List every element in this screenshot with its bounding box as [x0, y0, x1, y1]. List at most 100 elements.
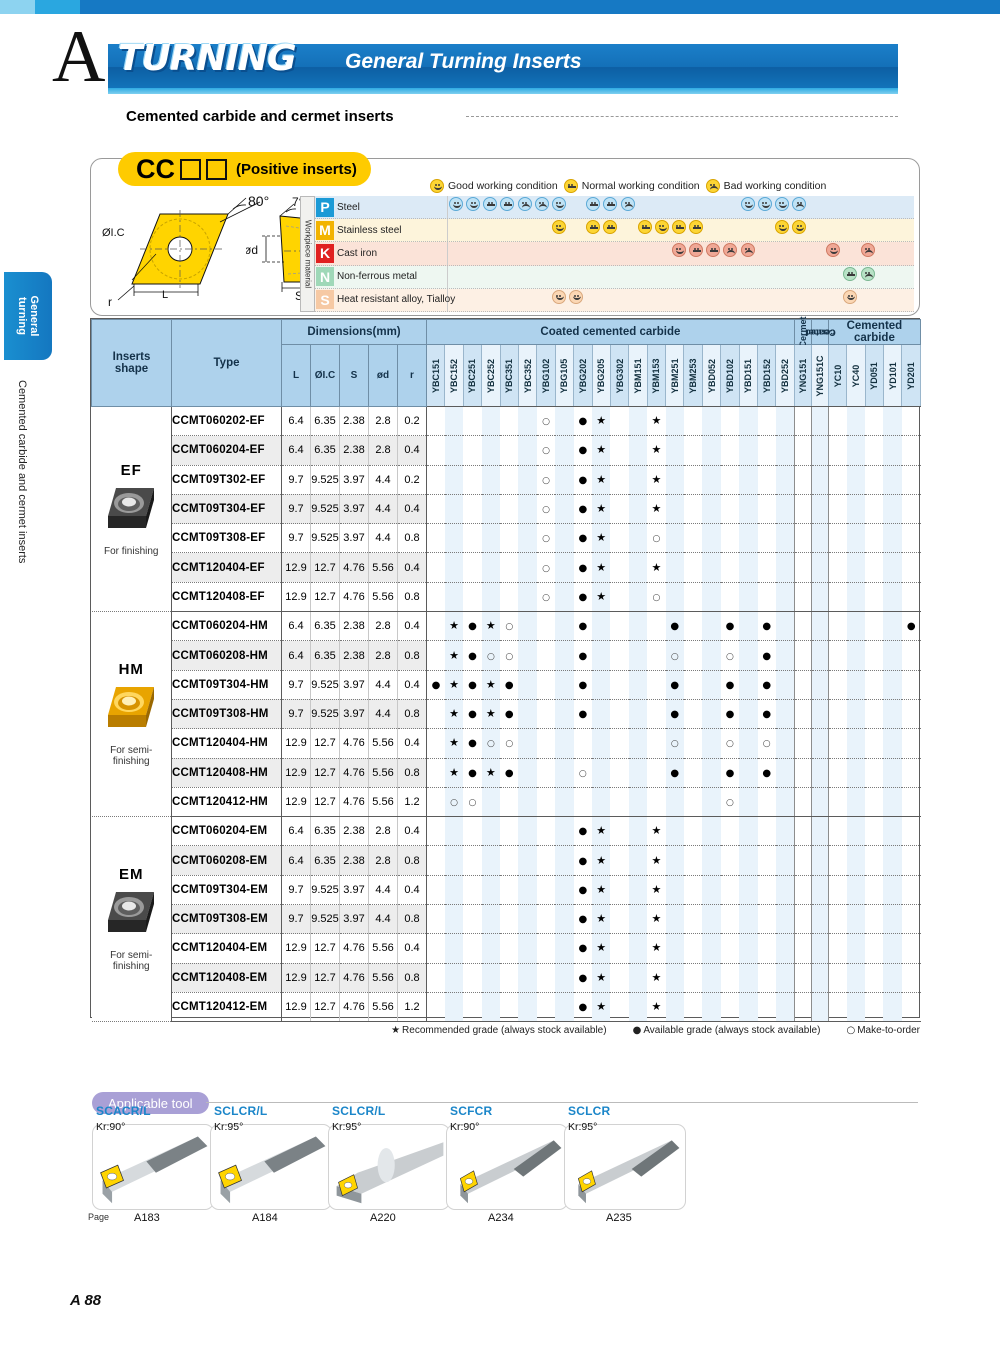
tool-card-2[interactable] — [328, 1124, 450, 1210]
grade-cell-yd101 — [883, 933, 902, 964]
grade-cell-yd201 — [901, 640, 921, 671]
grade-cell-yng151c — [811, 992, 829, 1023]
grade-cell-ybm253 — [683, 933, 703, 964]
grade-cell-ybg105 — [555, 992, 574, 1023]
mark-star-icon — [651, 824, 661, 837]
mark-open-icon — [579, 766, 587, 779]
dim-value-r: 0.2 — [397, 465, 427, 495]
grade-cell-ybg105 — [555, 582, 574, 613]
tool-name-scacrl-0[interactable]: SCACR/L — [96, 1104, 151, 1118]
grade-cell-yng151 — [794, 611, 812, 642]
dim-value-d: 2.8 — [368, 640, 398, 671]
tool-page-ref-0[interactable]: A183 — [134, 1212, 160, 1224]
mark-star-icon — [651, 502, 661, 515]
th-grade-ybd152: YBD152 — [757, 344, 777, 407]
smiley-bad-icon — [534, 197, 549, 211]
grade-cell-ybc252 — [481, 494, 501, 525]
grade-cell-ybc252 — [481, 552, 501, 583]
grade-cell-ybg205 — [592, 875, 611, 906]
grade-cell-yd101 — [883, 465, 902, 495]
dim-value-d: 5.56 — [368, 933, 398, 964]
grade-cell-yc10 — [828, 992, 847, 1023]
insert-type-code: CCMT060204-HM — [171, 611, 282, 642]
grade-cell-yd101 — [883, 875, 902, 906]
grade-cell-ybg205 — [592, 699, 611, 730]
th-grade-ybc152: YBC152 — [444, 344, 464, 407]
grade-cell-ybm251 — [665, 435, 684, 466]
condition-cell-m-ybg102 — [551, 220, 566, 235]
tool-name-sclcrl-1[interactable]: SCLCR/L — [214, 1104, 267, 1118]
insert-type-code: CCMT060208-EM — [171, 845, 282, 876]
grade-cell-yng151c — [811, 816, 829, 847]
grade-cell-ybc151 — [426, 845, 445, 876]
grade-cell-ybg202 — [573, 611, 593, 642]
grade-cell-ybc251 — [463, 875, 482, 906]
grade-cell-ybg202 — [573, 582, 593, 613]
grade-cell-yc10 — [828, 494, 847, 525]
grade-cell-ybg205 — [592, 992, 611, 1023]
grade-cell-yc10 — [828, 904, 847, 935]
dim-value-s: 4.76 — [339, 728, 369, 759]
tool-card-0[interactable] — [92, 1124, 214, 1210]
grade-cell-yc40 — [846, 904, 866, 935]
tool-kr-angle-0: Kr:90° — [96, 1121, 126, 1133]
dim-value-l: 6.4 — [281, 640, 311, 671]
material-name: Steel — [337, 201, 360, 213]
grade-cell-ybm253 — [683, 875, 703, 906]
insert-type-code: CCMT120408-EM — [171, 963, 282, 993]
svg-text:r: r — [108, 295, 112, 309]
grade-cell-ybc252 — [481, 816, 501, 847]
dim-value-d: 4.4 — [368, 465, 398, 495]
code-placeholder-box-2 — [206, 158, 227, 180]
tool-page-ref-1[interactable]: A184 — [252, 1212, 278, 1224]
workpiece-cells — [448, 242, 914, 264]
insert-usage-note: For semi-finishing — [110, 745, 153, 768]
grade-cell-ybd152 — [757, 699, 776, 730]
dim-value-s: 4.76 — [339, 963, 369, 993]
th-grade-ybc351: YBC351 — [499, 344, 519, 407]
grade-cell-ybc151 — [426, 494, 445, 525]
tool-name-sclcrl-2[interactable]: SCLCR/L — [332, 1104, 385, 1118]
mark-star-icon — [486, 619, 496, 632]
grade-cell-ybc152 — [444, 406, 464, 437]
tool-name-sclcr-4[interactable]: SCLCR — [568, 1104, 610, 1118]
tool-card-1[interactable] — [210, 1124, 332, 1210]
th-grade-yd201: YD201 — [901, 344, 921, 407]
grade-cell-ybc152 — [444, 494, 464, 525]
mark-dot-icon — [578, 824, 587, 837]
table-row: CCMT120404-HM 12.9 12.7 4.76 5.56 0.4 — [92, 728, 921, 759]
tool-page-ref-3[interactable]: A234 — [488, 1212, 514, 1224]
tool-page-ref-4[interactable]: A235 — [606, 1212, 632, 1224]
tool-card-4[interactable] — [564, 1124, 686, 1210]
sidebar-tab-general-turning[interactable]: General turning — [4, 272, 52, 360]
smiley-normal-icon — [563, 179, 578, 193]
tool-name-scfcr-3[interactable]: SCFCR — [450, 1104, 492, 1118]
grade-cell-yd101 — [883, 963, 902, 993]
grade-cell-yd101 — [883, 728, 902, 759]
smiley-good-icon — [654, 220, 669, 235]
grade-cell-ybd151 — [739, 670, 758, 700]
insert-type-code: CCMT09T308-EM — [171, 904, 282, 935]
mark-open-icon — [542, 414, 550, 427]
grade-cell-ybm251 — [665, 523, 684, 554]
grade-cell-ybm251 — [665, 875, 684, 906]
grade-cell-yd101 — [883, 670, 902, 700]
grade-cell-ybm251 — [665, 552, 684, 583]
section-heading: Cemented carbide and cermet inserts — [126, 108, 898, 126]
th-cemented-carbide: Cemented carbide — [827, 319, 922, 345]
dim-value-l: 12.9 — [281, 552, 311, 583]
material-name: Cast iron — [337, 247, 378, 259]
grade-cell-ybd052 — [702, 494, 721, 525]
grade-cell-yc40 — [846, 552, 866, 583]
dim-value-ic: 12.7 — [310, 992, 340, 1023]
grade-cell-ybc151 — [426, 875, 445, 906]
grade-cell-yd201 — [901, 845, 921, 876]
dim-value-d: 5.56 — [368, 728, 398, 759]
dim-value-ic: 12.7 — [310, 933, 340, 964]
grade-cell-yd201 — [901, 699, 921, 730]
grade-cell-ybc252 — [481, 699, 501, 730]
tool-page-ref-2[interactable]: A220 — [370, 1212, 396, 1224]
grade-cell-ybd151 — [739, 933, 758, 964]
grade-cell-ybd151 — [739, 992, 758, 1023]
tool-card-3[interactable] — [446, 1124, 568, 1210]
